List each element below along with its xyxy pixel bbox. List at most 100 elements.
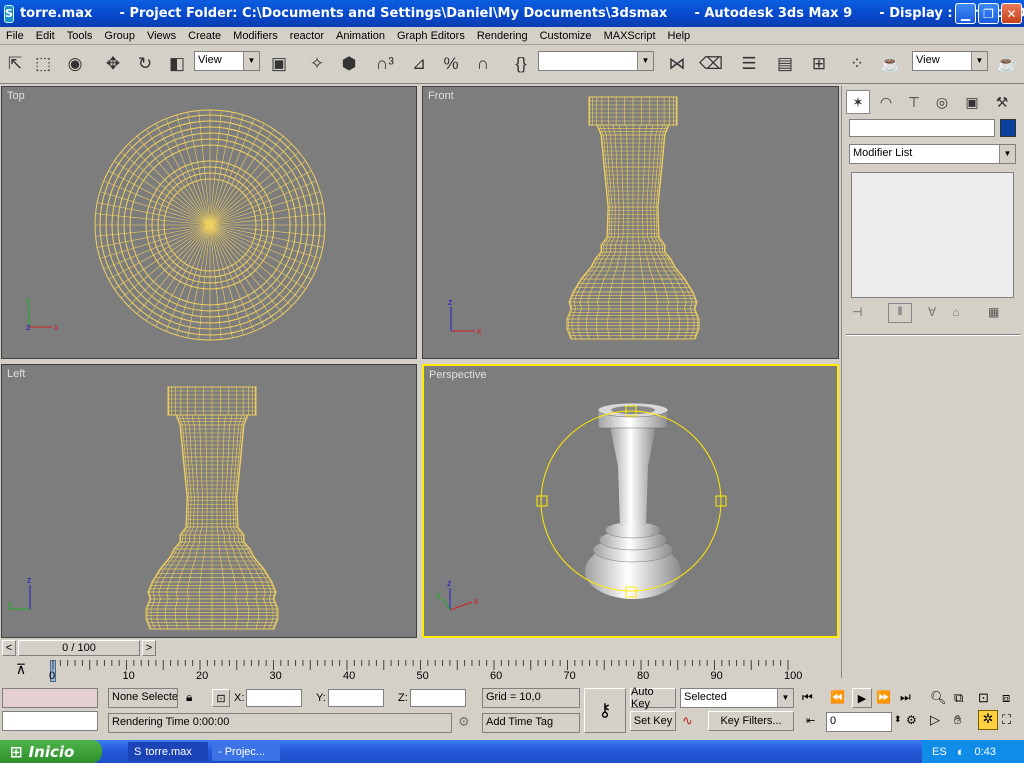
previous-frame-icon[interactable]: ⏪ xyxy=(830,690,845,704)
volume-icon[interactable]: ◐ xyxy=(957,744,965,759)
auto-key-button[interactable]: Auto Key xyxy=(630,686,676,710)
schematic-view-icon[interactable]: ⊞ xyxy=(806,51,832,77)
viewport-perspective[interactable]: Perspective x z y xyxy=(422,364,839,638)
pivot-center-icon[interactable]: ▣ xyxy=(266,51,292,77)
default-tangent-icon[interactable]: ∿ xyxy=(682,713,693,729)
show-end-result-icon[interactable]: ‖ xyxy=(888,303,912,323)
pan-icon[interactable]: ✋︎ xyxy=(954,712,961,728)
align-icon[interactable]: ⌫ xyxy=(698,51,724,77)
named-selection-dropdown[interactable]: ▼ xyxy=(538,51,654,71)
configure-modifier-sets-icon[interactable]: ▦ xyxy=(988,305,1008,321)
edit-named-selection-icon[interactable]: {} xyxy=(508,51,534,77)
object-color-swatch[interactable] xyxy=(1000,119,1016,137)
modifier-stack[interactable] xyxy=(851,172,1014,298)
play-icon[interactable]: ▶ xyxy=(852,688,872,708)
zoom-extents-all-icon[interactable]: ⧈ xyxy=(1002,690,1010,706)
modify-tab-icon[interactable]: ◠ xyxy=(874,90,898,114)
maximize-viewport-icon[interactable]: ⛶ xyxy=(1002,712,1011,728)
menu-customize[interactable]: Customize xyxy=(534,30,598,42)
set-key-icon[interactable]: ⚷ xyxy=(584,688,626,733)
minimize-button[interactable]: ▁ xyxy=(955,3,976,24)
render-scene-icon[interactable]: ☕ xyxy=(878,51,904,77)
select-move-icon[interactable]: ✥ xyxy=(100,51,126,77)
current-frame-field[interactable]: 0 xyxy=(826,712,892,732)
time-next-button[interactable]: > xyxy=(142,640,156,656)
display-tab-icon[interactable]: ▣ xyxy=(960,90,984,114)
motion-tab-icon[interactable]: ◎ xyxy=(930,90,954,114)
select-manipulate-icon[interactable]: ✧ xyxy=(304,51,330,77)
mirror-icon[interactable]: ⋈ xyxy=(664,51,690,77)
add-time-tag[interactable]: Add Time Tag xyxy=(482,713,580,733)
taskbar-item-torre[interactable]: Storre.max xyxy=(128,742,208,761)
set-key-button[interactable]: Set Key xyxy=(630,711,676,731)
percent-snap-icon[interactable]: % xyxy=(438,51,464,77)
pin-stack-icon[interactable]: ⊣ xyxy=(852,305,876,321)
z-coord-field[interactable] xyxy=(410,689,466,707)
object-name-field[interactable] xyxy=(849,119,995,137)
menu-tools[interactable]: Tools xyxy=(61,30,99,42)
menu-views[interactable]: Views xyxy=(141,30,182,42)
quick-render-icon[interactable]: ☕ xyxy=(994,51,1020,77)
snaps-toggle-icon[interactable]: ∩³ xyxy=(372,51,398,77)
render-view-dropdown[interactable]: View ▼ xyxy=(912,51,988,71)
select-object-icon[interactable]: ⇱ xyxy=(2,51,28,77)
time-prev-button[interactable]: < xyxy=(2,640,16,656)
create-tab-icon[interactable]: ✶ xyxy=(846,90,870,114)
modifier-list-dropdown[interactable]: Modifier List ▼ xyxy=(849,144,1016,164)
keyboard-shortcut-icon[interactable]: ⬢ xyxy=(336,51,362,77)
3dsmax-app-icon[interactable]: S xyxy=(4,4,14,23)
hierarchy-tab-icon[interactable]: ⊤ xyxy=(902,90,926,114)
material-editor-icon[interactable]: ⁘ xyxy=(844,51,870,77)
angle-snap-icon[interactable]: ⊿ xyxy=(406,51,432,77)
time-configuration-icon[interactable]: ⚙ xyxy=(906,713,917,727)
menu-modifiers[interactable]: Modifiers xyxy=(227,30,284,42)
reference-coord-dropdown[interactable]: View ▼ xyxy=(194,51,260,71)
menu-file[interactable]: File xyxy=(0,30,30,42)
key-selection-dropdown[interactable]: Selected ▼ xyxy=(680,688,794,708)
arc-rotate-icon[interactable]: ✲ xyxy=(978,710,998,730)
y-coord-field[interactable] xyxy=(328,689,384,707)
viewport-top[interactable]: Top x y z xyxy=(1,86,417,359)
maxscript-listener-mini[interactable] xyxy=(2,688,98,708)
utilities-tab-icon[interactable]: ⚒ xyxy=(990,90,1014,114)
select-region-icon[interactable]: ⬚ xyxy=(30,51,56,77)
frame-spinner-icon[interactable]: ⬍ xyxy=(894,714,902,725)
goto-start-icon[interactable]: ⏮ xyxy=(802,690,813,705)
key-filters-button[interactable]: Key Filters... xyxy=(708,711,794,731)
curve-editor-icon[interactable]: ▤ xyxy=(772,51,798,77)
next-frame-icon[interactable]: ⏩ xyxy=(876,690,891,704)
field-of-view-icon[interactable]: ▷ xyxy=(930,712,940,728)
start-button[interactable]: ⊞ Inicio xyxy=(0,740,102,763)
restore-button[interactable]: ❐ xyxy=(978,3,999,24)
spinner-snap-icon[interactable]: ∩ xyxy=(470,51,496,77)
menu-rendering[interactable]: Rendering xyxy=(471,30,534,42)
taskbar-item-project[interactable]: - Projec... xyxy=(212,742,280,761)
language-indicator[interactable]: ES xyxy=(932,746,947,758)
track-bar[interactable]: ⊼ 0 10 20 30 40 50 60 70 80 90 100 xyxy=(0,658,841,686)
zoom-extents-icon[interactable]: ⊡ xyxy=(978,690,989,706)
time-slider-thumb[interactable]: 0 / 100 xyxy=(18,640,140,656)
menu-reactor[interactable]: reactor xyxy=(284,30,330,42)
absolute-mode-icon[interactable]: ⊡ xyxy=(212,689,230,707)
zoom-all-icon[interactable]: ⧉ xyxy=(954,690,963,706)
menu-edit[interactable]: Edit xyxy=(30,30,61,42)
menu-create[interactable]: Create xyxy=(182,30,227,42)
zoom-icon[interactable]: 🔍︎ xyxy=(930,690,947,706)
x-coord-field[interactable] xyxy=(246,689,302,707)
key-mode-icon[interactable]: ⇤ xyxy=(806,714,815,727)
menu-group[interactable]: Group xyxy=(98,30,141,42)
remove-modifier-icon[interactable]: ⌂ xyxy=(952,305,972,321)
window-crossing-icon[interactable]: ◉ xyxy=(62,51,88,77)
viewport-left[interactable]: Left y z xyxy=(1,364,417,638)
select-scale-icon[interactable]: ◧ xyxy=(164,51,190,77)
viewport-front[interactable]: Front x z xyxy=(422,86,839,359)
maxscript-input-mini[interactable] xyxy=(2,711,98,731)
make-unique-icon[interactable]: ∀ xyxy=(928,305,948,321)
goto-end-icon[interactable]: ⏭ xyxy=(900,690,911,705)
menu-animation[interactable]: Animation xyxy=(330,30,391,42)
close-button[interactable]: ✕ xyxy=(1001,3,1022,24)
select-rotate-icon[interactable]: ↻ xyxy=(132,51,158,77)
menu-help[interactable]: Help xyxy=(662,30,697,42)
lock-selection-icon[interactable]: 🔒︎ xyxy=(186,690,192,705)
menu-graph-editors[interactable]: Graph Editors xyxy=(391,30,471,42)
